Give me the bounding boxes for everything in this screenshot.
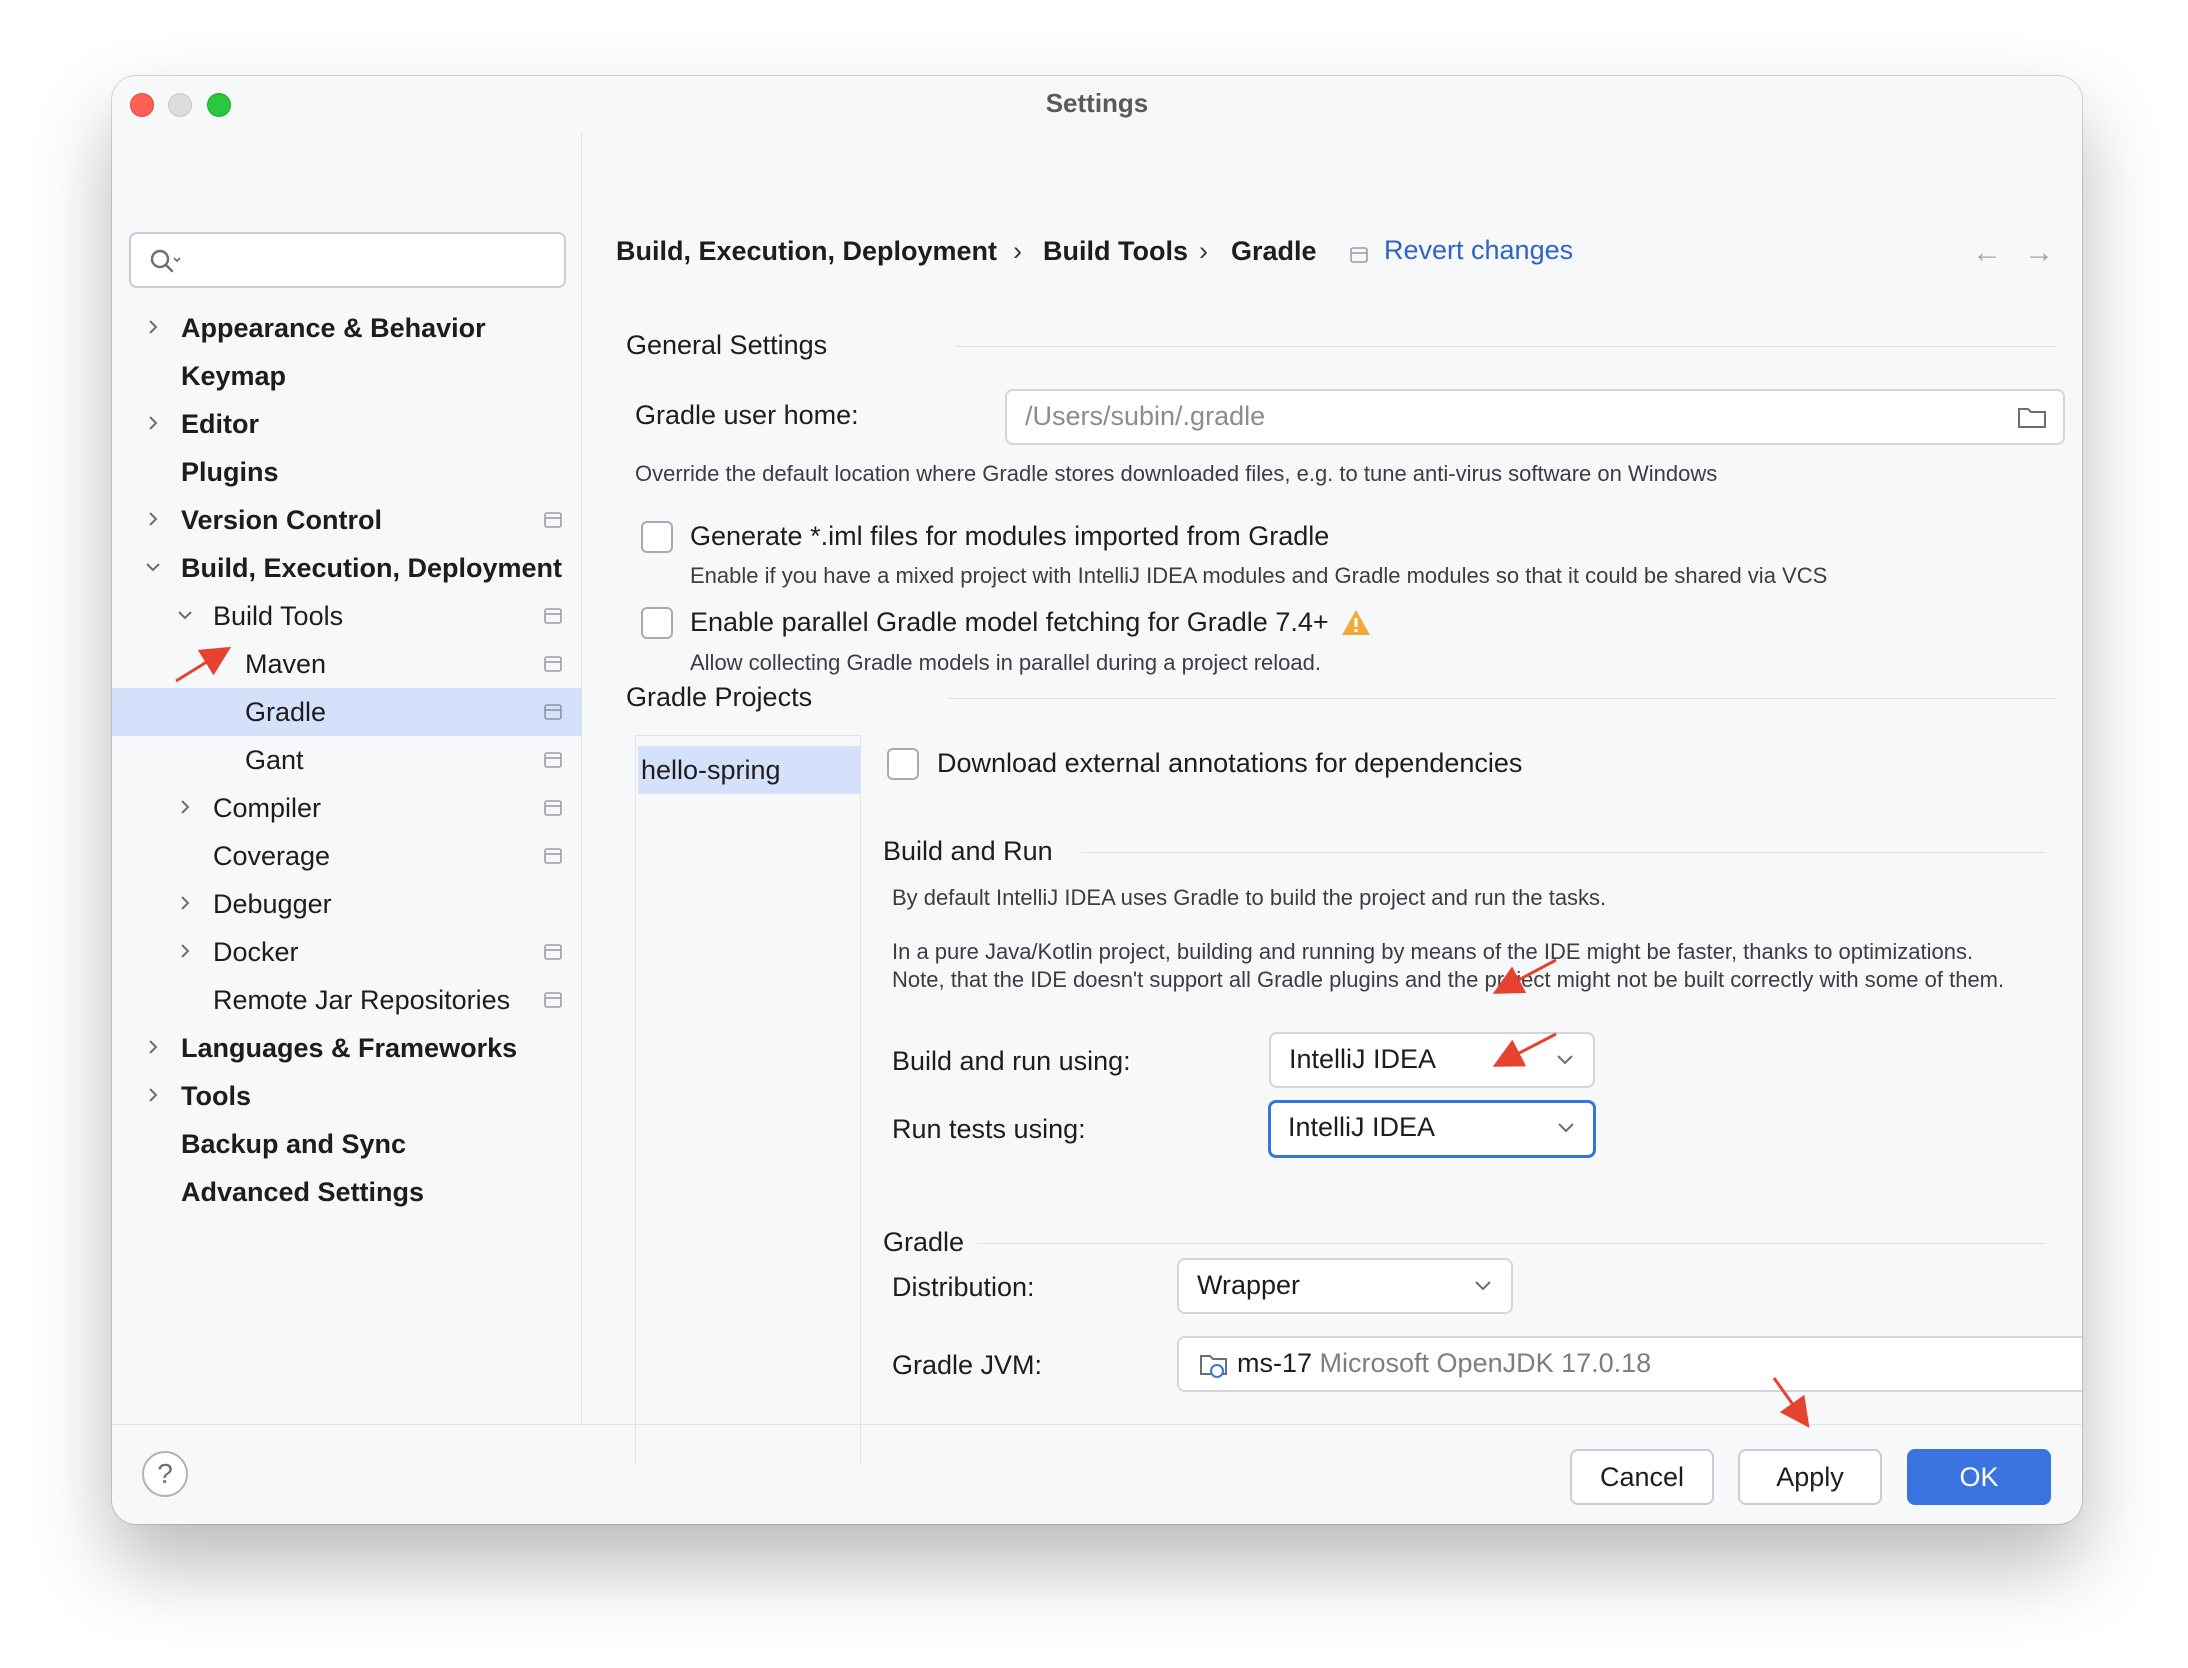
annotation-arrow xyxy=(1772,1377,1810,1428)
annotation-arrows xyxy=(175,646,1810,1428)
annotation-arrow xyxy=(1492,1032,1557,1067)
annotation-arrow xyxy=(175,646,232,683)
annotation-arrow xyxy=(1492,958,1557,994)
